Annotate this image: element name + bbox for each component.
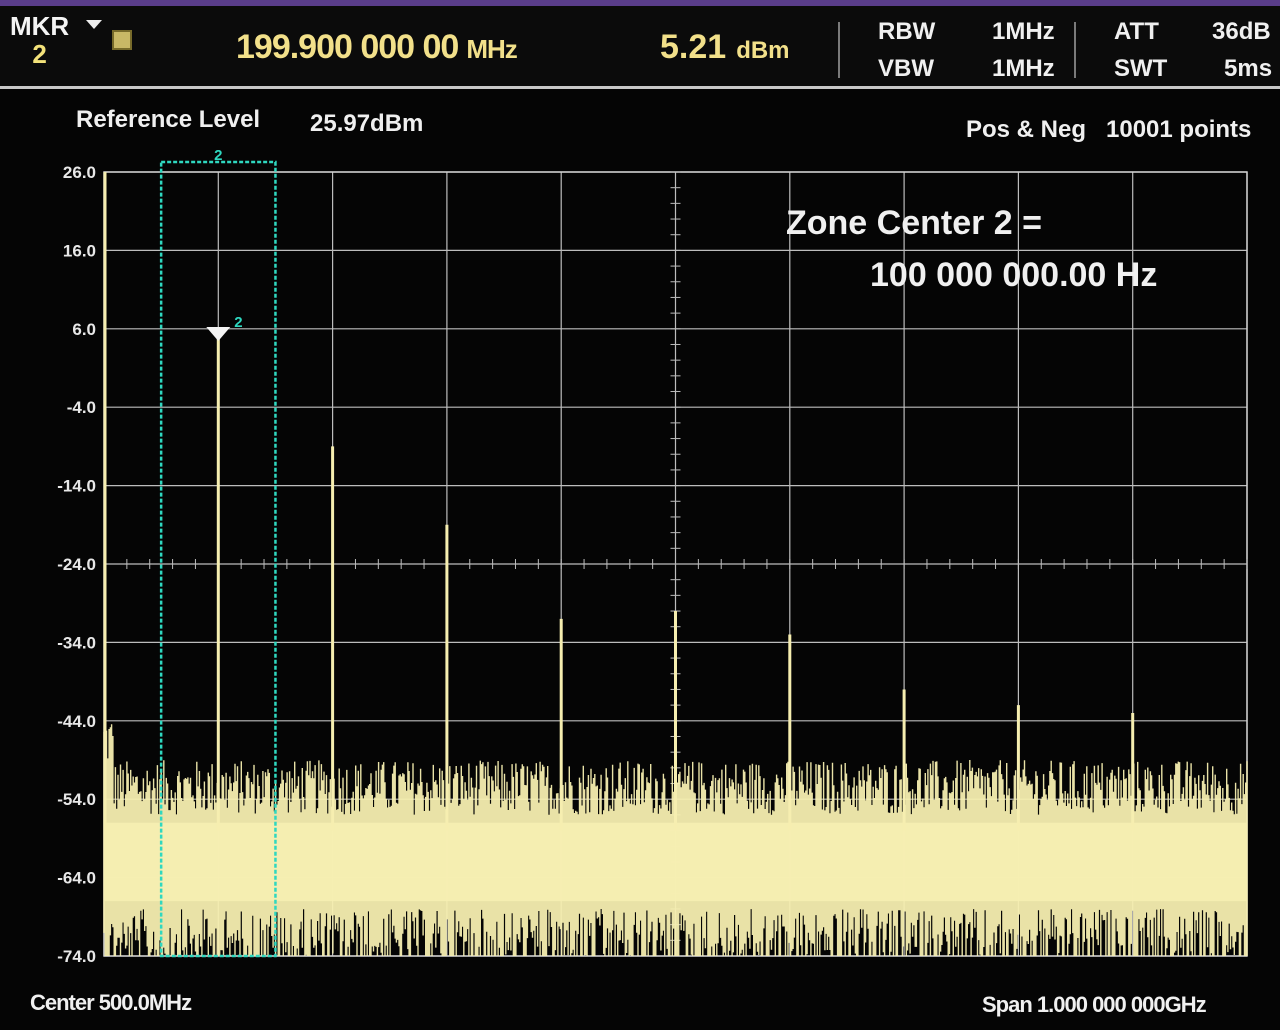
y-axis-labels: 26.0 16.0 6.0 -4.0 -14.0 -24.0 -34.0 -44.0 -54.0… bbox=[57, 163, 96, 966]
zone-label: 2 bbox=[214, 147, 222, 164]
y-tick-label: -44.0 bbox=[57, 712, 96, 731]
y-tick-label: -74.0 bbox=[57, 947, 96, 966]
zone-center-value: 100 000 000.00 Hz bbox=[870, 256, 1158, 294]
marker-2: 2 bbox=[206, 314, 243, 341]
center-frequency[interactable]: Center 500.0MHz bbox=[30, 990, 192, 1016]
zone-center-label: Zone Center 2 = bbox=[786, 204, 1043, 242]
span-frequency[interactable]: Span 1.000 000 000GHz bbox=[982, 992, 1207, 1018]
marker-label: 2 bbox=[234, 314, 242, 331]
y-tick-label: 6.0 bbox=[72, 320, 96, 339]
y-tick-label: -34.0 bbox=[57, 633, 96, 652]
y-tick-label: -64.0 bbox=[57, 869, 96, 888]
spectrum-plot[interactable]: 26.0 16.0 6.0 -4.0 -14.0 -24.0 -34.0 -44.0 -54.0… bbox=[0, 0, 1280, 1030]
y-tick-label: -54.0 bbox=[57, 790, 96, 809]
y-tick-label: -4.0 bbox=[67, 398, 96, 417]
y-tick-label: 26.0 bbox=[63, 163, 96, 182]
marker-triangle-icon bbox=[206, 326, 231, 341]
y-tick-label: 16.0 bbox=[63, 241, 96, 260]
y-tick-label: -14.0 bbox=[57, 477, 96, 496]
y-tick-label: -24.0 bbox=[57, 555, 96, 574]
